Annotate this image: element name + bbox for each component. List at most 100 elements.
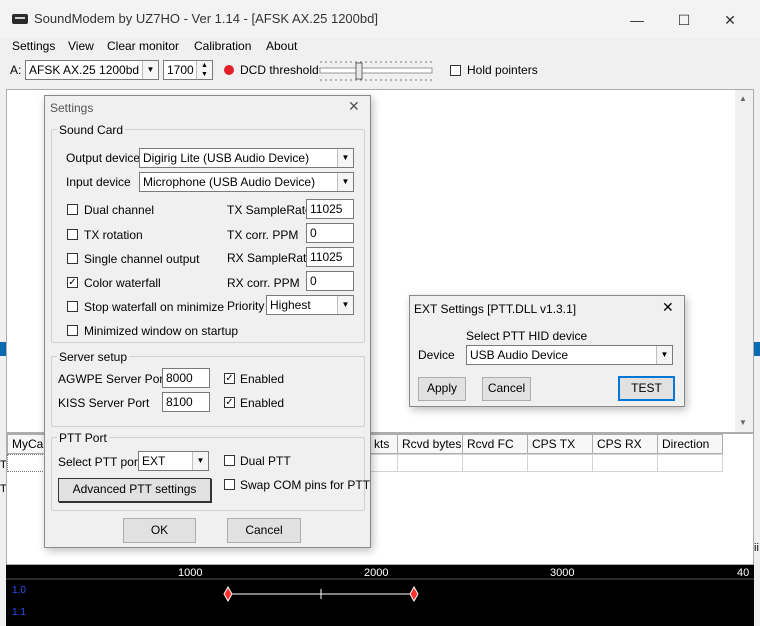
tuning-marker-icon[interactable]: [6, 565, 754, 626]
kiss-enabled-label: Enabled: [240, 396, 285, 410]
tx-ppm-label: TX corr. PPM: [227, 228, 299, 242]
scroll-down-icon[interactable]: ▼: [739, 418, 747, 427]
menu-calibration[interactable]: Calibration: [194, 39, 251, 53]
tx-rotation-checkbox[interactable]: [67, 229, 78, 240]
tx-ppm-field[interactable]: 0: [306, 223, 354, 243]
table-cell[interactable]: [369, 454, 399, 472]
kiss-port-field[interactable]: 8100: [162, 392, 210, 412]
ptt-port-value: EXT: [142, 454, 166, 468]
ext-dialog-title: EXT Settings [PTT.DLL v1.3.1]: [414, 302, 577, 316]
tx-samplerate-field[interactable]: 11025: [306, 199, 354, 219]
agwpe-port-field[interactable]: 8000: [162, 368, 210, 388]
slider-track-icon: [319, 61, 434, 81]
rx-ppm-field[interactable]: 0: [306, 271, 354, 291]
input-device-label: Input device: [66, 175, 131, 189]
color-waterfall-checkbox[interactable]: ✓: [67, 277, 78, 288]
column-header-direction[interactable]: Direction: [657, 434, 723, 454]
color-waterfall-label: Color waterfall: [84, 276, 161, 290]
chevron-down-icon: ▼: [337, 149, 353, 167]
advanced-ptt-button[interactable]: Advanced PTT settings: [58, 478, 211, 502]
settings-dialog-title: Settings: [50, 101, 94, 115]
rx-ppm-label: RX corr. PPM: [227, 276, 300, 290]
ptt-port-select[interactable]: EXT ▼: [138, 451, 209, 471]
column-header-rcvd-bytes[interactable]: Rcvd bytes: [397, 434, 463, 454]
hid-device-value: USB Audio Device: [470, 348, 569, 362]
table-cell[interactable]: [592, 454, 658, 472]
table-cell[interactable]: [657, 454, 723, 472]
ok-button[interactable]: OK: [123, 518, 196, 543]
ptt-port-label: Select PTT port: [58, 455, 142, 469]
ext-cancel-button[interactable]: Cancel: [482, 377, 531, 401]
table-cell[interactable]: [462, 454, 528, 472]
hid-device-select[interactable]: USB Audio Device ▼: [466, 345, 673, 365]
dual-channel-checkbox[interactable]: [67, 204, 78, 215]
ext-close-icon[interactable]: ✕: [662, 299, 674, 316]
test-button[interactable]: TEST: [618, 376, 675, 401]
rx-samplerate-field[interactable]: 11025: [306, 247, 354, 267]
dcd-threshold-slider[interactable]: [318, 61, 436, 81]
menu-about[interactable]: About: [266, 39, 297, 53]
table-row[interactable]: [7, 454, 47, 472]
chevron-down-icon: ▼: [656, 346, 672, 364]
column-header-cps-rx[interactable]: CPS RX: [592, 434, 658, 454]
minimize-button[interactable]: —: [614, 6, 660, 34]
table-cell[interactable]: [397, 454, 463, 472]
settings-close-icon[interactable]: ✕: [348, 98, 360, 115]
output-device-value: Digirig Lite (USB Audio Device): [143, 151, 310, 165]
rx-samplerate-label: RX SampleRate: [227, 251, 314, 265]
frequency-spinner[interactable]: 1700 ▲ ▼: [163, 60, 213, 80]
column-header-cps-tx[interactable]: CPS TX: [527, 434, 593, 454]
chevron-down-icon: ▼: [192, 452, 208, 470]
spin-arrows-icon: ▲ ▼: [196, 61, 212, 79]
right-edge-strip: [754, 342, 760, 356]
minimized-startup-checkbox[interactable]: [67, 325, 78, 336]
menu-view[interactable]: View: [68, 39, 94, 53]
agwpe-port-label: AGWPE Server Port: [58, 372, 167, 386]
close-button[interactable]: ✕: [707, 6, 753, 34]
stop-waterfall-label: Stop waterfall on minimize: [84, 300, 225, 314]
check-icon: ✓: [225, 397, 234, 408]
menu-clear-monitor[interactable]: Clear monitor: [107, 39, 179, 53]
swap-com-checkbox[interactable]: [224, 479, 235, 490]
priority-select[interactable]: Highest ▼: [266, 295, 354, 315]
check-icon: ✓: [225, 373, 234, 384]
agwpe-enabled-checkbox[interactable]: ✓: [224, 373, 235, 384]
hold-pointers-checkbox[interactable]: [450, 65, 461, 76]
waterfall-display[interactable]: 1000 2000 3000 40 1.0 1.1: [6, 565, 754, 626]
ext-settings-dialog: EXT Settings [PTT.DLL v1.3.1] ✕ Select P…: [409, 295, 685, 407]
minimized-startup-label: Minimized window on startup: [84, 324, 239, 338]
cancel-button[interactable]: Cancel: [227, 518, 301, 543]
title-bar: SoundModem by UZ7HO - Ver 1.14 - [AFSK A…: [0, 0, 760, 38]
scroll-up-icon[interactable]: ▲: [739, 94, 747, 103]
column-header-rcvd-fc[interactable]: Rcvd FC: [462, 434, 528, 454]
maximize-button[interactable]: ☐: [661, 6, 707, 34]
mode-select[interactable]: AFSK AX.25 1200bd ▼: [25, 60, 159, 80]
dual-ptt-checkbox[interactable]: [224, 455, 235, 466]
tx-rotation-label: TX rotation: [84, 228, 143, 242]
chevron-down-icon: ▼: [337, 173, 353, 191]
app-icon: [12, 14, 28, 24]
left-edge-strip: [0, 342, 6, 356]
channel-label: A:: [10, 63, 22, 77]
apply-button[interactable]: Apply: [418, 377, 466, 401]
dcd-led-icon: [224, 65, 234, 75]
column-header-mycall[interactable]: MyCall: [7, 434, 47, 454]
column-header-pkts[interactable]: kts: [369, 434, 399, 454]
check-icon: ✓: [68, 277, 77, 288]
single-channel-output-checkbox[interactable]: [67, 253, 78, 264]
monitor-scrollbar[interactable]: ▲ ▼: [735, 90, 753, 432]
menu-settings[interactable]: Settings: [12, 39, 55, 53]
single-channel-output-label: Single channel output: [84, 252, 200, 266]
server-setup-group-title: Server setup: [57, 350, 130, 364]
input-device-select[interactable]: Microphone (USB Audio Device) ▼: [139, 172, 354, 192]
window-title: SoundModem by UZ7HO - Ver 1.14 - [AFSK A…: [34, 11, 378, 26]
stop-waterfall-checkbox[interactable]: [67, 301, 78, 312]
kiss-enabled-checkbox[interactable]: ✓: [224, 397, 235, 408]
sound-card-group-title: Sound Card: [57, 123, 126, 137]
table-cell[interactable]: [527, 454, 593, 472]
right-fragment: ii: [754, 542, 759, 554]
menu-bar: Settings View Clear monitor Calibration …: [0, 38, 760, 58]
device-label: Device: [418, 348, 455, 362]
output-device-select[interactable]: Digirig Lite (USB Audio Device) ▼: [139, 148, 354, 168]
input-device-value: Microphone (USB Audio Device): [143, 175, 316, 189]
